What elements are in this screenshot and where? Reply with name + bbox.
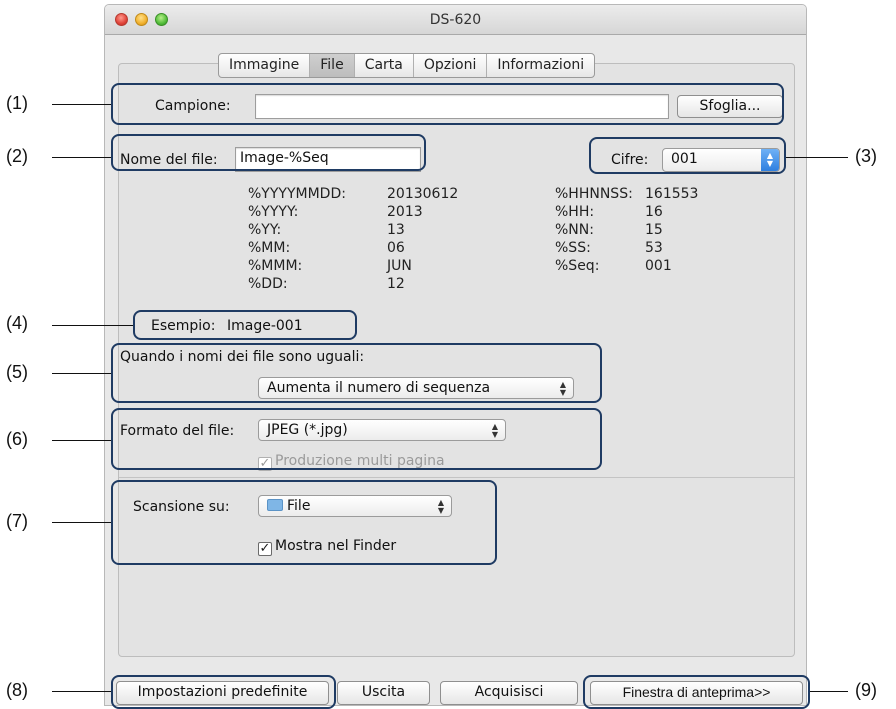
exit-button[interactable]: Uscita [337,681,430,705]
acquire-button[interactable]: Acquisisci [440,681,578,705]
callout-5: (5) [6,362,28,382]
var-key: %MM: [248,240,291,256]
title-bar: DS-620 [105,5,806,35]
callout-2: (2) [6,146,28,166]
callout-1: (1) [6,93,28,113]
var-key: %Seq: [555,258,600,274]
annotation-box-6 [111,408,602,470]
var-key: %HHNNSS: [555,186,633,202]
var-value: 2013 [387,204,423,220]
var-key: %YY: [248,222,282,238]
callout-line [52,325,133,326]
callout-6: (6) [6,429,28,449]
annotation-box-9 [583,675,810,709]
var-key: %HH: [555,204,595,220]
callout-line [52,157,111,158]
var-key: %YYYY: [248,204,299,220]
annotation-box-7 [111,480,497,565]
annotation-box-1 [111,83,784,125]
var-value: 15 [645,222,663,238]
var-key: %SS: [555,240,591,256]
var-value: 53 [645,240,663,256]
separator [119,477,794,478]
callout-line [52,373,111,374]
var-value: 12 [387,276,405,292]
annotation-box-2 [111,134,426,171]
var-key: %YYYYMMDD: [248,186,346,202]
annotation-box-4 [133,310,357,340]
callout-line [810,691,848,692]
var-value: 20130612 [387,186,459,202]
var-value: 16 [645,204,663,220]
callout-7: (7) [6,511,28,531]
var-value: JUN [387,258,412,274]
tab-informazioni[interactable]: Informazioni [487,54,594,77]
callout-8: (8) [6,680,28,700]
callout-line [52,522,111,523]
var-value: 13 [387,222,405,238]
callout-4: (4) [6,313,28,333]
tab-opzioni[interactable]: Opzioni [414,54,488,77]
callout-line [52,691,111,692]
var-value: 06 [387,240,405,256]
annotation-box-5 [111,343,602,403]
callout-line [52,104,111,105]
callout-line [52,440,111,441]
var-key: %MMM: [248,258,303,274]
var-key: %NN: [555,222,594,238]
var-key: %DD: [248,276,288,292]
tab-bar: Immagine File Carta Opzioni Informazioni [218,53,596,78]
tab-carta[interactable]: Carta [355,54,414,77]
callout-line [786,157,848,158]
callout-9: (9) [855,680,877,700]
callout-3: (3) [855,146,877,166]
var-value: 161553 [645,186,699,202]
annotation-box-3 [589,137,786,174]
annotation-box-8 [111,675,336,709]
window-title: DS-620 [429,12,482,28]
tab-file[interactable]: File [310,54,355,77]
var-value: 001 [645,258,672,274]
tab-immagine[interactable]: Immagine [219,54,311,77]
